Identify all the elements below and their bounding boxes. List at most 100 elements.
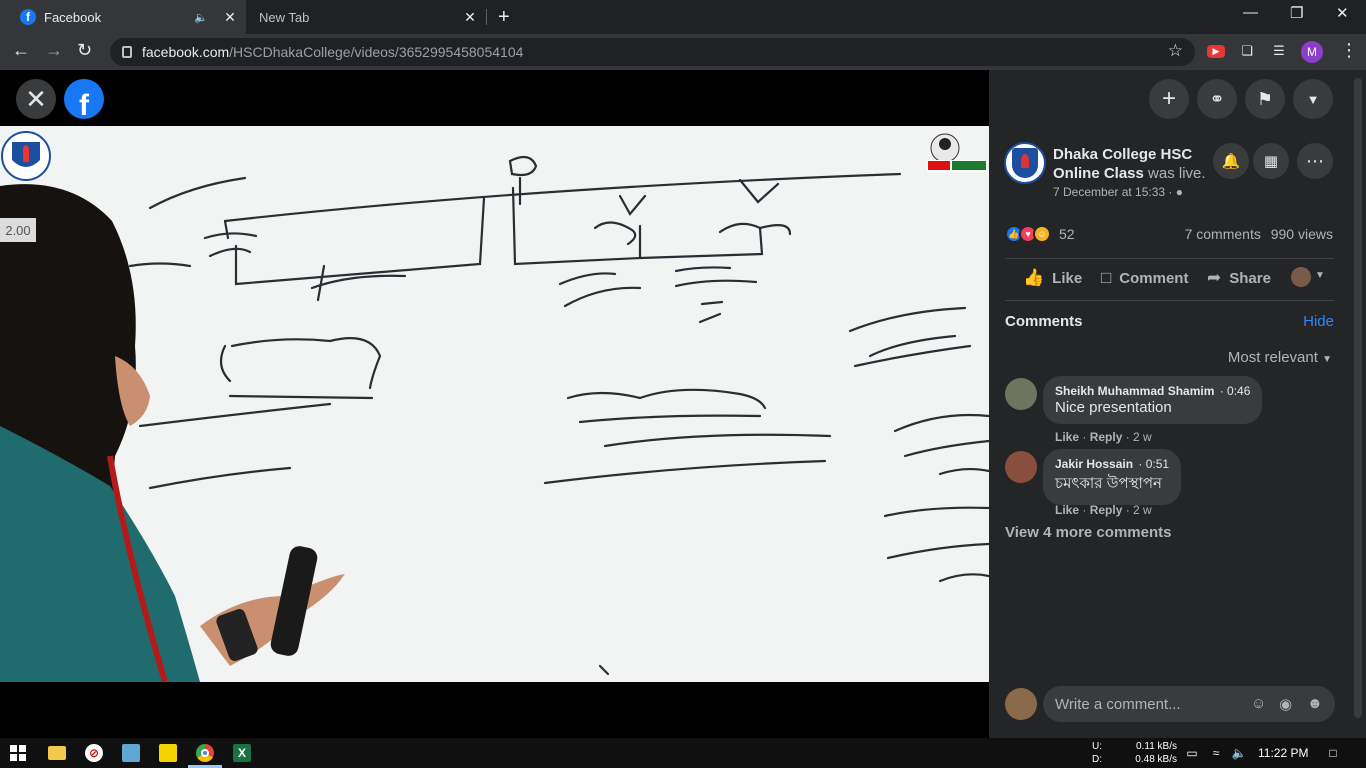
tab-title: Facebook — [44, 9, 102, 25]
bookmark-star-icon[interactable]: ☆ — [1168, 41, 1183, 61]
video-frame[interactable]: 2.00 — [0, 126, 989, 682]
comment-reply-link[interactable]: Reply — [1090, 430, 1123, 444]
browser-tab-strip: f Facebook 🔈 ✕ New Tab ✕ + — ❐ ✕ — [0, 0, 1366, 34]
browser-menu-icon[interactable]: ⋮ — [1340, 40, 1358, 61]
account-dropdown-icon[interactable]: ▼ — [1293, 79, 1333, 119]
comment-like-link[interactable]: Like — [1055, 430, 1079, 444]
notifications-bell-icon[interactable]: ⚑ — [1245, 79, 1285, 119]
public-globe-icon: ● — [1175, 185, 1183, 199]
divider — [1005, 258, 1334, 259]
windows-start-icon[interactable] — [9, 744, 27, 762]
close-tab-icon[interactable]: ✕ — [462, 9, 478, 26]
follow-bell-icon[interactable]: 🔔 — [1213, 143, 1249, 179]
care-reaction-icon: ☺ — [1033, 225, 1051, 243]
media-queue-icon[interactable]: ☰ — [1270, 42, 1288, 60]
panel-scrollbar[interactable] — [1350, 70, 1366, 738]
live-status: was live. — [1148, 165, 1206, 182]
sticker-icon[interactable]: ☻ — [1307, 695, 1323, 712]
like-button[interactable]: 👍 Like — [1023, 268, 1082, 288]
reactions-summary[interactable]: 👍 ♥ ☺ 52 — [1005, 225, 1075, 243]
share-button[interactable]: ➦ Share — [1207, 268, 1271, 288]
system-clock[interactable]: 11:22 PM — [1258, 746, 1308, 760]
chrome-icon[interactable] — [196, 744, 214, 762]
messenger-icon[interactable]: ⚭ — [1197, 79, 1237, 119]
comment-button[interactable]: □ Comment — [1101, 268, 1188, 288]
comment-text: চমৎকার উপস্থাপন — [1055, 475, 1162, 492]
url-text: facebook.com/HSCDhakaCollege/videos/3652… — [142, 44, 524, 60]
comment-actions: Like · Reply · 2 w — [1055, 430, 1152, 444]
volume-icon[interactable]: 🔈 — [1230, 744, 1248, 762]
tab-facebook[interactable]: f Facebook 🔈 ✕ — [0, 0, 246, 34]
commenter-avatar[interactable] — [1005, 378, 1037, 410]
action-center-icon[interactable]: □ — [1324, 744, 1342, 762]
close-tab-icon[interactable]: ✕ — [222, 9, 238, 26]
download-label: D: — [1092, 754, 1102, 765]
profile-avatar[interactable]: M — [1301, 41, 1323, 63]
comment-text: Nice presentation — [1055, 399, 1172, 416]
whiteboard-video-still — [0, 126, 989, 682]
camera-icon[interactable]: ◉ — [1279, 695, 1292, 713]
speaker-icon[interactable]: 🔈 — [194, 11, 208, 24]
emoji-icon[interactable]: ☺ — [1251, 695, 1266, 712]
reload-icon[interactable]: ↻ — [77, 40, 92, 61]
page-avatar[interactable] — [1004, 142, 1046, 184]
tab-title: New Tab — [259, 9, 310, 25]
user-avatar[interactable] — [1005, 688, 1037, 720]
create-plus-icon[interactable]: + — [1149, 79, 1189, 119]
facebook-favicon-icon: f — [20, 9, 36, 25]
file-explorer-icon[interactable] — [48, 746, 66, 760]
network-speed-meter: U: D: 0.11 kB/s 0.48 kB/s — [1092, 740, 1177, 766]
divider — [1005, 300, 1334, 301]
battery-icon[interactable]: ▭ — [1183, 744, 1201, 762]
wifi-icon[interactable]: ≈ — [1207, 744, 1225, 762]
window-close-icon[interactable]: ✕ — [1336, 4, 1349, 22]
minimize-icon[interactable]: — — [1243, 4, 1258, 21]
thumbs-up-icon: 👍 — [1023, 268, 1045, 287]
share-arrow-icon: ➦ — [1207, 268, 1222, 287]
comment-author[interactable]: Jakir Hossain · 0:51 — [1055, 457, 1169, 471]
comment-count[interactable]: 7 comments — [1185, 226, 1261, 242]
comment-reply-link[interactable]: Reply — [1090, 503, 1123, 517]
comment-bubble: Sheikh Muhammad Shamim · 0:46 Nice prese… — [1043, 376, 1263, 424]
comments-heading: Comments — [1005, 313, 1083, 330]
playback-speed-badge: 2.00 — [0, 218, 36, 242]
save-post-icon[interactable]: ▦ — [1253, 143, 1289, 179]
youtube-extension-icon[interactable]: ▶ — [1207, 45, 1225, 58]
antivirus-icon[interactable]: ⊘ — [85, 744, 103, 762]
image-viewer-icon[interactable] — [122, 744, 140, 762]
view-count: 990 views — [1270, 226, 1333, 242]
comment-item: Jakir Hossain · 0:51 চমৎকার উপস্থাপন Lik… — [1005, 449, 1335, 519]
reaction-count: 52 — [1059, 226, 1075, 242]
view-more-comments-link[interactable]: View 4 more comments — [1005, 524, 1171, 541]
post-timestamp[interactable]: 7 December at 15:33 · ● — [1053, 185, 1183, 199]
address-bar[interactable]: facebook.com/HSCDhakaCollege/videos/3652… — [110, 38, 1195, 66]
chevron-down-icon: ▼ — [1322, 354, 1332, 365]
upload-label: U: — [1092, 741, 1102, 752]
restore-icon[interactable]: ❐ — [1290, 4, 1303, 22]
comment-as-avatar[interactable] — [1291, 267, 1311, 287]
commenter-avatar[interactable] — [1005, 451, 1037, 483]
chevron-down-icon[interactable]: ▼ — [1315, 270, 1325, 281]
back-icon[interactable]: ← — [12, 40, 30, 61]
windows-taskbar: ⊘ X U: D: 0.11 kB/s 0.48 kB/s ▭ ≈ 🔈 11:2… — [0, 738, 1366, 768]
close-viewer-icon[interactable]: ✕ — [16, 79, 56, 119]
comment-author[interactable]: Sheikh Muhammad Shamim · 0:46 — [1055, 384, 1250, 398]
write-comment-row: Write a comment... ☺ ◉ ☻ — [1005, 686, 1335, 722]
more-options-icon[interactable]: ⋯ — [1297, 143, 1333, 179]
extensions-puzzle-icon[interactable]: ❏ — [1238, 42, 1256, 60]
comment-actions: Like · Reply · 2 w — [1055, 503, 1152, 517]
tab-divider — [486, 9, 487, 25]
comment-like-link[interactable]: Like — [1055, 503, 1079, 517]
video-viewer: ✕ f 2.00 — [0, 70, 989, 738]
hide-comments-link[interactable]: Hide — [1303, 313, 1334, 330]
new-tab-icon[interactable]: + — [498, 6, 510, 29]
tab-new-tab[interactable]: New Tab ✕ — [246, 0, 486, 34]
excel-icon[interactable]: X — [233, 744, 251, 762]
comment-bubble: Jakir Hossain · 0:51 চমৎকার উপস্থাপন — [1043, 449, 1182, 505]
facebook-logo-icon[interactable]: f — [64, 79, 104, 119]
comment-sort-dropdown[interactable]: Most relevant ▼ — [1228, 349, 1332, 366]
forward-icon[interactable]: → — [45, 40, 63, 61]
dhaka-college-logo — [1, 131, 51, 181]
sticky-notes-icon[interactable] — [159, 744, 177, 762]
lock-icon[interactable] — [122, 46, 132, 58]
